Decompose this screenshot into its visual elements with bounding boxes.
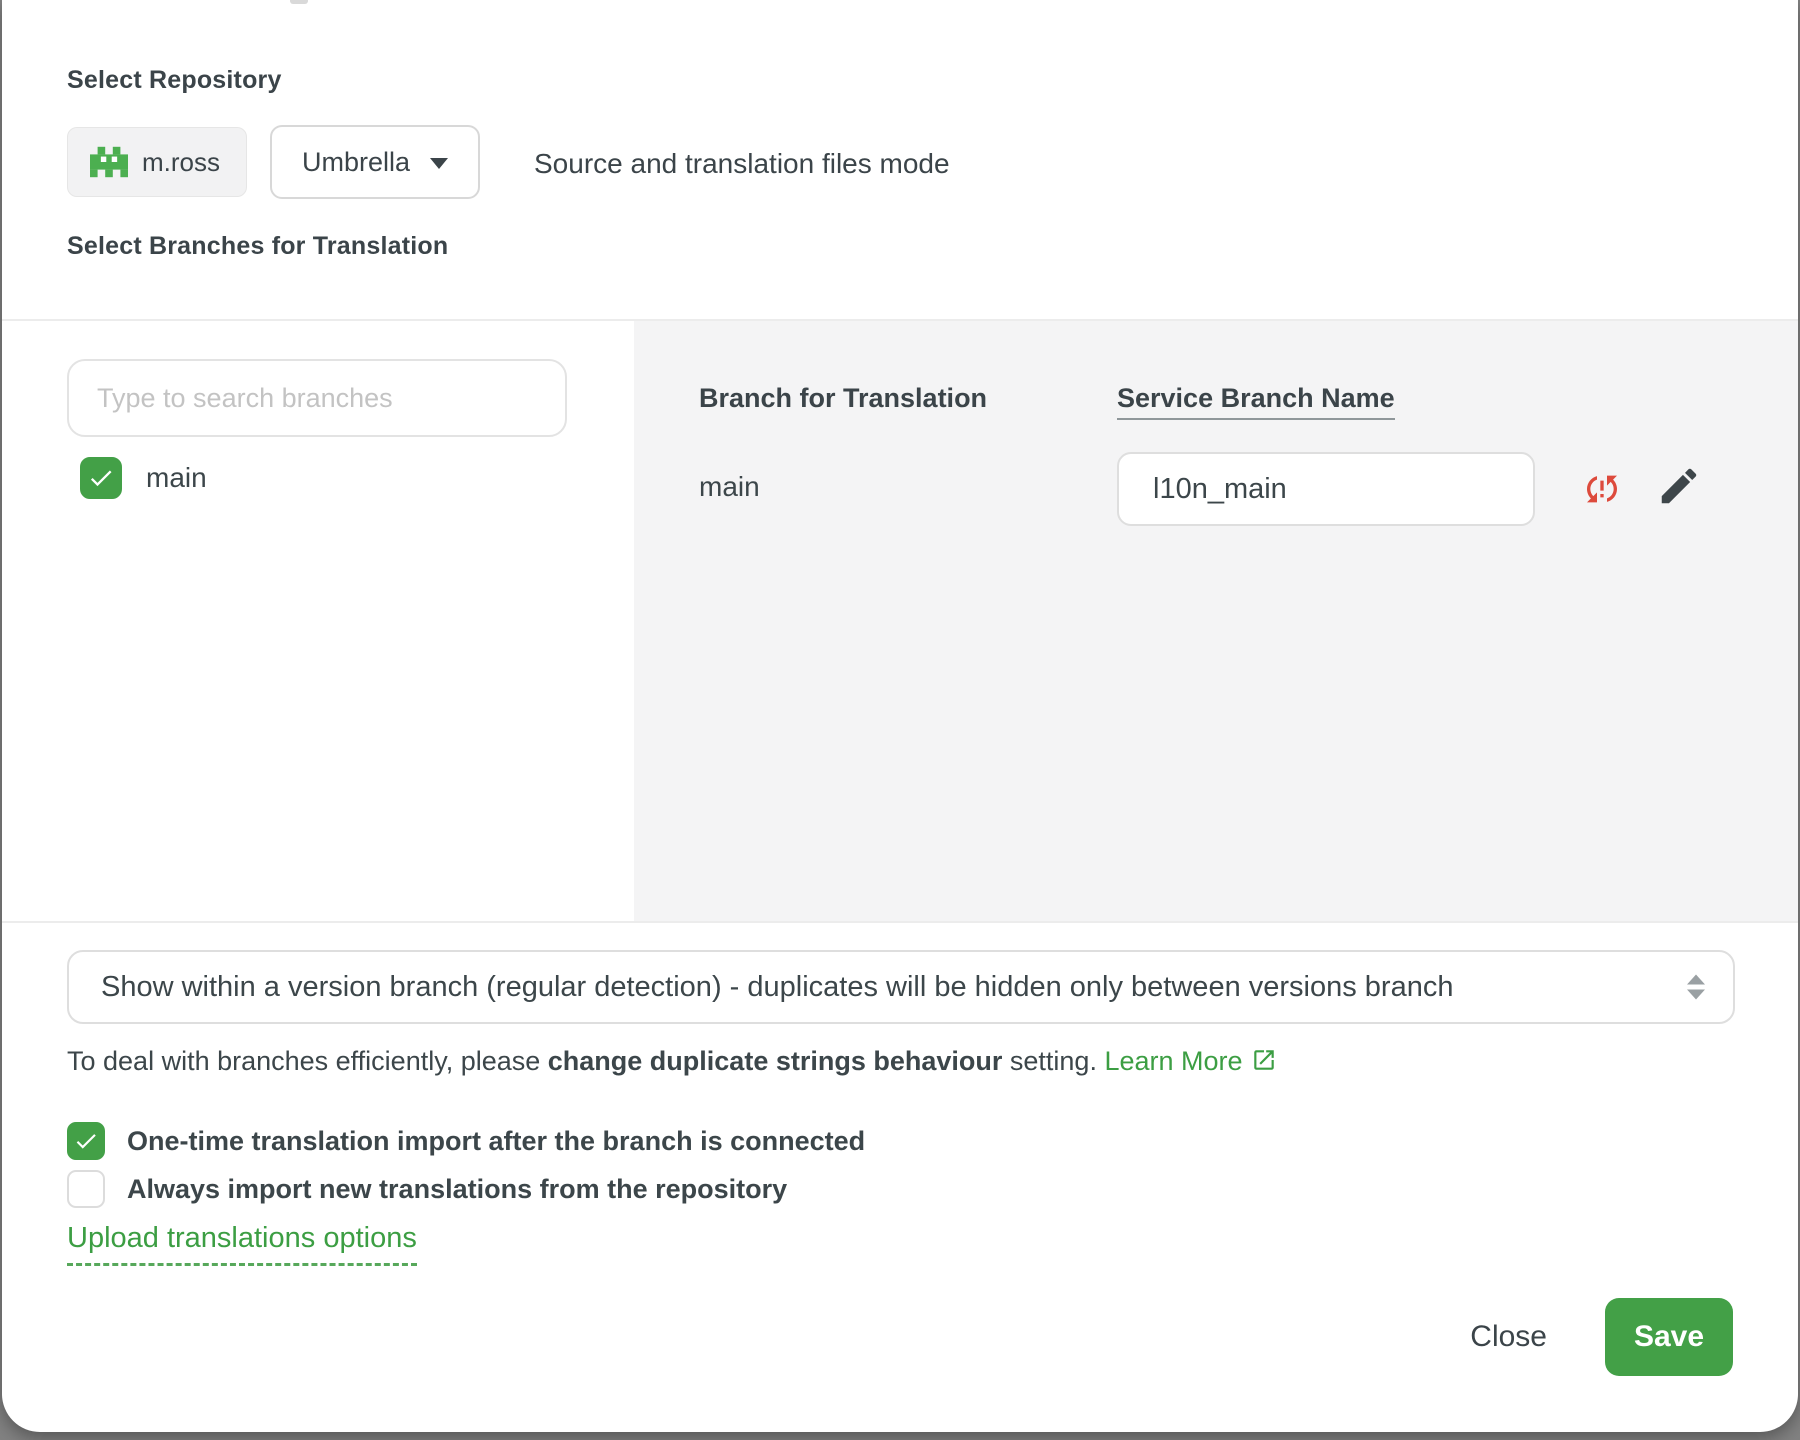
save-button[interactable]: Save: [1605, 1298, 1733, 1376]
branch-table-panel: Branch for Translation Service Branch Na…: [634, 321, 1798, 921]
edit-pencil-icon[interactable]: [1656, 463, 1702, 509]
duplicate-strings-select[interactable]: Show within a version branch (regular de…: [67, 950, 1735, 1024]
repository-dropdown[interactable]: Umbrella: [270, 125, 480, 199]
always-import-label: Always import new translations from the …: [127, 1174, 787, 1205]
dialog-footer: Close Save: [1470, 1298, 1733, 1376]
files-mode-text: Source and translation files mode: [534, 148, 950, 180]
one-time-import-option[interactable]: One-time translation import after the br…: [67, 1122, 865, 1160]
select-repository-title: Select Repository: [67, 66, 282, 95]
branch-checkbox[interactable]: [80, 457, 122, 499]
check-icon: [87, 464, 115, 492]
top-edge-artifact: [290, 0, 308, 4]
column-header-service-branch[interactable]: Service Branch Name: [1117, 383, 1395, 414]
help-prefix: To deal with branches efficiently, pleas…: [67, 1046, 548, 1076]
column-header-branch: Branch for Translation: [699, 383, 987, 414]
check-icon: [73, 1128, 99, 1154]
service-branch-name-input[interactable]: [1117, 452, 1535, 526]
one-time-import-label: One-time translation import after the br…: [127, 1126, 865, 1157]
branch-name-label: main: [146, 462, 207, 494]
connect-repository-dialog: Select Repository m.ross Umbrella Source…: [2, 0, 1798, 1432]
one-time-import-checkbox[interactable]: [67, 1122, 105, 1160]
repository-dropdown-value: Umbrella: [302, 147, 410, 178]
branch-row-name: main: [699, 471, 760, 503]
always-import-checkbox[interactable]: [67, 1170, 105, 1208]
duplicates-help-text: To deal with branches efficiently, pleas…: [67, 1046, 1277, 1077]
learn-more-link[interactable]: Learn More: [1104, 1046, 1242, 1076]
repository-owner-name: m.ross: [142, 147, 220, 178]
branch-list-item-main[interactable]: main: [80, 457, 207, 499]
bottom-divider: [2, 921, 1798, 923]
duplicate-strings-select-value: Show within a version branch (regular de…: [101, 971, 1453, 1004]
help-bold: change duplicate strings behaviour: [548, 1046, 1003, 1076]
sync-problem-icon[interactable]: [1582, 469, 1622, 509]
close-button[interactable]: Close: [1470, 1320, 1547, 1354]
repository-owner-chip[interactable]: m.ross: [67, 127, 247, 197]
external-link-icon[interactable]: [1251, 1047, 1277, 1073]
branch-search-input[interactable]: [67, 359, 567, 437]
chevron-down-icon: [430, 158, 448, 169]
select-spinner-icon: [1687, 975, 1705, 1000]
identicon-avatar: [90, 145, 128, 179]
always-import-option[interactable]: Always import new translations from the …: [67, 1170, 787, 1208]
select-branches-title: Select Branches for Translation: [67, 232, 448, 261]
upload-translations-options-link[interactable]: Upload translations options: [67, 1222, 417, 1266]
help-suffix: setting.: [1002, 1046, 1104, 1076]
